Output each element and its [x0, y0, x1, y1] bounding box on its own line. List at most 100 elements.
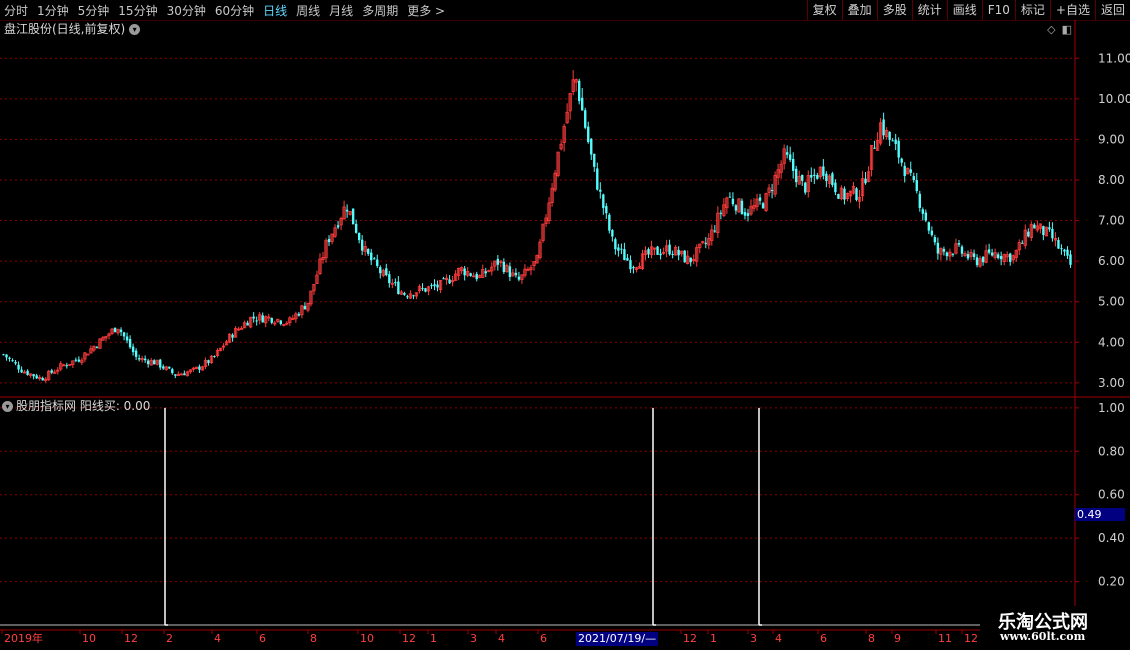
candle-body-down: [394, 282, 397, 284]
price-tick-label: 8.00: [1098, 173, 1125, 187]
candle-body-down: [728, 196, 732, 198]
candle-body-down: [761, 203, 765, 209]
stock-title: 盘江股份(日线,前复权): [4, 22, 126, 36]
candle-body-down: [930, 230, 934, 236]
candle-body-down: [379, 267, 382, 274]
time-tick-label: 3: [470, 632, 477, 645]
candle-body-down: [113, 327, 117, 333]
indicator-tick-label: 0.80: [1098, 444, 1125, 458]
candle-body-down: [270, 317, 273, 323]
candle-body-down: [584, 110, 587, 128]
candle-body-down: [231, 334, 234, 338]
candle-body-down: [831, 173, 834, 186]
time-tick-label: 6: [259, 632, 266, 645]
candle-body-down: [77, 359, 81, 362]
candle-body-down: [785, 152, 789, 155]
candle-body-down: [888, 131, 891, 140]
candle-body-down: [608, 214, 611, 231]
candle-body-down: [623, 249, 626, 261]
price-tick-label: 6.00: [1098, 254, 1125, 268]
candle-body-down: [668, 244, 671, 255]
candle-body-down: [35, 375, 38, 379]
price-tick-label: 10.00: [1098, 92, 1130, 106]
candle-body-down: [397, 281, 400, 295]
time-tick-label: 10: [82, 632, 96, 645]
candle-body-down: [20, 369, 23, 373]
candle-body-down: [614, 239, 617, 250]
indicator-tick-label: 0.20: [1098, 575, 1125, 589]
candle-body-down: [801, 174, 804, 181]
candle-body-down: [590, 138, 593, 155]
candle-body-down: [1066, 249, 1069, 256]
candle-body-down: [448, 279, 451, 284]
candle-body-down: [336, 225, 340, 228]
candle-body-down: [279, 320, 283, 325]
candle-body-down: [327, 238, 331, 243]
time-tick-label: 12: [402, 632, 416, 645]
candle-body-down: [1069, 254, 1072, 265]
time-tick-label: 6: [820, 632, 827, 645]
candle-body-down: [981, 256, 985, 263]
time-tick-label: 12: [683, 632, 697, 645]
candle-body-down: [41, 377, 44, 381]
candle-body-down: [909, 169, 912, 173]
candle-body-down: [740, 200, 744, 215]
candle-body-down: [620, 248, 623, 250]
candle-body-down: [255, 320, 258, 322]
candle-body-down: [442, 278, 445, 280]
candle-body-down: [119, 329, 123, 333]
candle-body-down: [252, 316, 255, 319]
time-tick-label: 11: [938, 632, 952, 645]
candle-body-down: [11, 360, 14, 362]
candle-body-down: [183, 373, 186, 376]
candle-body-down: [758, 197, 762, 201]
time-tick-label: 12: [964, 632, 978, 645]
candle-body-down: [704, 242, 707, 244]
candle-body-down: [788, 154, 792, 160]
candle-body-down: [966, 254, 970, 259]
candle-body-down: [918, 193, 921, 208]
candle-body-down: [360, 239, 364, 251]
candle-body-down: [996, 254, 1000, 259]
candle-body-down: [855, 188, 858, 200]
candle-body-down: [587, 126, 590, 143]
window-toggle-icon[interactable]: ◧: [1062, 23, 1072, 36]
candle-body-down: [261, 315, 264, 323]
candle-body-down: [303, 306, 307, 310]
candle-body-down: [26, 370, 29, 375]
time-tick-label: 8: [310, 632, 317, 645]
date-highlight: 2021/07/19/—: [576, 632, 659, 646]
candle-body-down: [719, 212, 723, 214]
candle-body-down: [174, 374, 177, 376]
indicator-tick-label: 0.60: [1098, 488, 1125, 502]
candle-body-down: [517, 276, 521, 280]
candle-body-down: [2, 354, 5, 356]
candle-body-down: [975, 257, 979, 266]
candle-body-down: [770, 190, 774, 192]
chevron-down-icon[interactable]: ▾: [2, 401, 13, 412]
chevron-down-icon[interactable]: ▾: [129, 24, 141, 35]
chart-area[interactable]: 11.00 10.00 9.00 8.00 7.00 6.00 5.00 4.00 3.00 1.…: [0, 0, 1130, 650]
candle-body-down: [924, 212, 928, 221]
candle-body-down: [122, 332, 126, 337]
price-tick-label: 3.00: [1098, 376, 1125, 390]
diamond-icon[interactable]: ◇: [1047, 23, 1055, 36]
time-tick-label: 9: [894, 632, 901, 645]
candle-body-down: [1027, 231, 1030, 237]
candle-body-down: [213, 355, 216, 357]
candle-body-down: [514, 272, 518, 276]
candle-body-down: [915, 180, 918, 192]
candle-body-down: [171, 369, 174, 374]
candle-body-down: [385, 268, 388, 276]
candle-body-down: [810, 175, 813, 178]
candle-body-down: [1051, 228, 1054, 239]
candle-body-down: [936, 242, 940, 254]
time-tick-label: 6: [540, 632, 547, 645]
candle-body-down: [843, 188, 846, 200]
candle-body-down: [128, 338, 132, 348]
candle-body-down: [581, 97, 584, 111]
indicator-tick-label: 1.00: [1098, 401, 1125, 415]
candle-body-down: [424, 288, 427, 292]
candle-body-down: [1033, 224, 1036, 229]
candle-body-down: [1057, 240, 1060, 249]
